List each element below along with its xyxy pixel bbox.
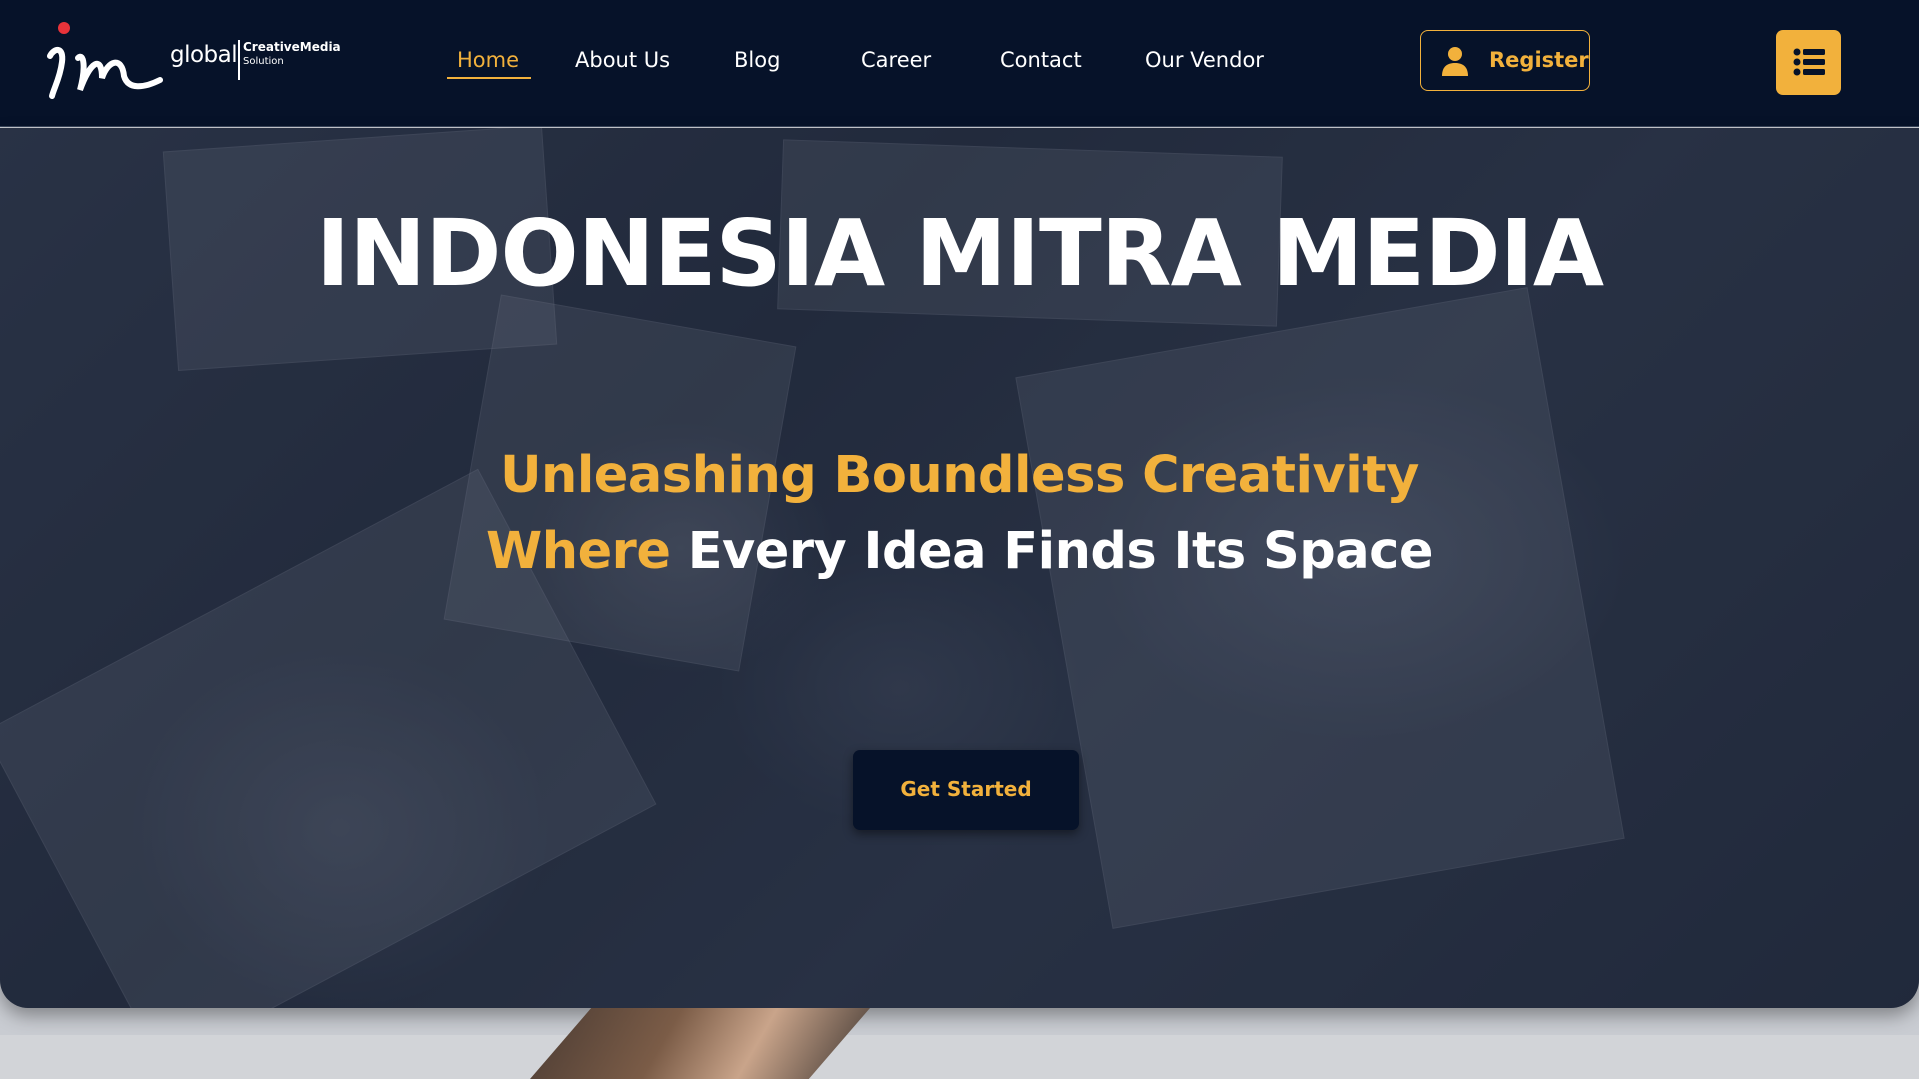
nav-career[interactable]: Career <box>861 48 931 72</box>
brand-logo[interactable]: global CreativeMedia Solution <box>40 18 341 108</box>
get-started-label: Get Started <box>900 777 1032 801</box>
hero-tagline-line1: Unleashing Boundless Creativity <box>500 446 1419 505</box>
hero-tagline-line2: Where Every Idea Finds Its Space <box>0 522 1919 581</box>
nav-about-us[interactable]: About Us <box>575 48 670 72</box>
nav-home[interactable]: Home <box>457 48 519 72</box>
list-icon <box>1793 48 1825 76</box>
get-started-button[interactable]: Get Started <box>853 750 1079 830</box>
hero-tagline-accent: Where <box>486 522 671 581</box>
nav-our-vendor[interactable]: Our Vendor <box>1145 48 1264 72</box>
user-icon <box>1442 47 1468 76</box>
navbar: global CreativeMedia Solution Home About… <box>0 0 1919 127</box>
im-script-logo-icon <box>47 22 163 99</box>
logo-subtitle-2: Solution <box>243 56 284 67</box>
hero-section: INDONESIA MITRA MEDIA Unleashing Boundle… <box>0 128 1919 1008</box>
nav-blog[interactable]: Blog <box>734 48 780 72</box>
logo-separator <box>238 40 240 80</box>
nav-contact[interactable]: Contact <box>1000 48 1082 72</box>
next-section-strip <box>0 1035 1919 1079</box>
register-label: Register <box>1489 48 1589 72</box>
menu-button[interactable] <box>1776 30 1841 95</box>
hero-title: INDONESIA MITRA MEDIA <box>315 200 1604 307</box>
nav-active-underline <box>447 77 531 79</box>
logo-word: global <box>170 42 238 68</box>
hero-tagline-rest: Every Idea Finds Its Space <box>687 522 1434 581</box>
logo-subtitle-1: CreativeMedia <box>243 40 341 54</box>
register-button[interactable]: Register <box>1420 30 1590 91</box>
